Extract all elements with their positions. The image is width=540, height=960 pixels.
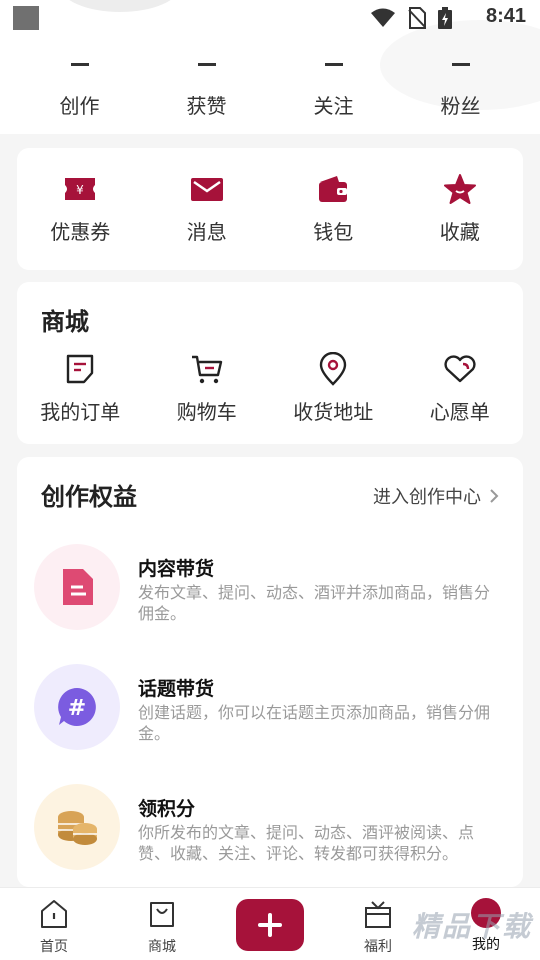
mall-title: 商城: [41, 308, 89, 336]
address-button[interactable]: 收货地址: [270, 352, 397, 425]
coins-icon: [34, 784, 120, 870]
creator-rights-card: 创作权益 进入创作中心 内容带货 发布文章、提问、动态、酒评并添加商品，销售分佣…: [17, 457, 523, 887]
star-icon: [443, 172, 477, 206]
mall-card: 商城 我的订单 购物车 收货地址 心愿单: [17, 282, 523, 444]
creator-center-link[interactable]: 进入创作中心: [373, 483, 499, 509]
notification-icon: [13, 6, 39, 30]
mail-icon: [190, 172, 224, 206]
battery-icon: [438, 7, 452, 29]
wishlist-label: 心愿单: [429, 400, 490, 424]
benefit-description: 创建话题，你可以在话题主页添加商品，销售分佣金。: [138, 703, 491, 743]
hashtag-icon: #: [34, 664, 120, 750]
cart-label: 购物车: [176, 400, 237, 424]
coupon-button[interactable]: ¥ 优惠券: [17, 172, 144, 245]
nav-home-label: 首页: [40, 939, 68, 955]
stat-label: 粉丝: [440, 94, 481, 118]
document-icon: [34, 544, 120, 630]
stat-value-empty: [324, 62, 343, 66]
benefit-description: 你所发布的文章、提问、动态、酒评被阅读、点赞、收藏、关注、评论、转发都可获得积分…: [138, 823, 475, 863]
benefit-title: 话题带货: [138, 678, 215, 700]
clock: 8:41: [485, 5, 526, 27]
benefit-content-sales[interactable]: 内容带货 发布文章、提问、动态、酒评并添加商品，销售分佣金。: [34, 544, 504, 634]
stat-value-empty: [451, 62, 470, 66]
svg-text:#: #: [68, 696, 86, 721]
benefit-topic-sales[interactable]: # 话题带货 创建话题，你可以在话题主页添加商品，销售分佣金。: [34, 664, 504, 754]
benefit-title: 领积分: [138, 798, 196, 820]
benefit-title: 内容带货: [138, 558, 215, 580]
coupon-icon: ¥: [63, 172, 97, 206]
favorites-button[interactable]: 收藏: [397, 172, 524, 245]
stat-creations[interactable]: 创作: [16, 52, 143, 119]
stat-following[interactable]: 关注: [270, 52, 397, 119]
wishlist-button[interactable]: 心愿单: [397, 352, 524, 425]
create-post-button[interactable]: [236, 899, 304, 951]
home-icon: [41, 900, 67, 928]
benefit-description: 发布文章、提问、动态、酒评并添加商品，销售分佣金。: [138, 583, 491, 623]
heart-icon: [443, 352, 477, 386]
chevron-right-icon: [490, 489, 499, 503]
no-sim-icon: [408, 7, 426, 29]
stat-value-empty: [70, 62, 89, 66]
profile-stats: 创作 获赞 关注 粉丝: [0, 52, 540, 119]
address-label: 收货地址: [293, 400, 374, 424]
stat-label: 获赞: [186, 94, 227, 118]
wallet-label: 钱包: [313, 220, 354, 244]
favorites-label: 收藏: [439, 220, 480, 244]
wallet-icon: [316, 172, 350, 206]
creator-rights-title: 创作权益: [41, 483, 137, 511]
status-bar: 8:41: [0, 0, 540, 36]
wifi-icon: [371, 8, 395, 27]
nav-mall[interactable]: 商城: [127, 898, 197, 956]
cart-icon: [190, 352, 224, 386]
my-orders-button[interactable]: 我的订单: [17, 352, 144, 425]
svg-text:¥: ¥: [76, 183, 84, 197]
messages-label: 消息: [186, 220, 227, 244]
creator-center-label: 进入创作中心: [373, 487, 481, 508]
bag-icon: [150, 902, 174, 927]
wallet-button[interactable]: 钱包: [270, 172, 397, 245]
coupon-label: 优惠券: [50, 220, 111, 244]
quick-actions-card: ¥ 优惠券 消息 钱包 收藏: [17, 148, 523, 270]
stat-fans[interactable]: 粉丝: [397, 52, 524, 119]
benefit-points[interactable]: 领积分 你所发布的文章、提问、动态、酒评被阅读、点赞、收藏、关注、评论、转发都可…: [34, 784, 504, 874]
watermark: 精品下载: [411, 910, 532, 943]
stat-likes[interactable]: 获赞: [143, 52, 270, 119]
location-icon: [316, 352, 350, 386]
stat-value-empty: [197, 62, 216, 66]
stat-label: 创作: [59, 94, 100, 118]
order-icon: [63, 352, 97, 386]
plus-icon: [258, 913, 282, 937]
messages-button[interactable]: 消息: [144, 172, 271, 245]
nav-home[interactable]: 首页: [19, 898, 89, 956]
cart-button[interactable]: 购物车: [144, 352, 271, 425]
my-orders-label: 我的订单: [40, 400, 121, 424]
stat-label: 关注: [313, 94, 354, 118]
nav-mall-label: 商城: [148, 939, 176, 955]
